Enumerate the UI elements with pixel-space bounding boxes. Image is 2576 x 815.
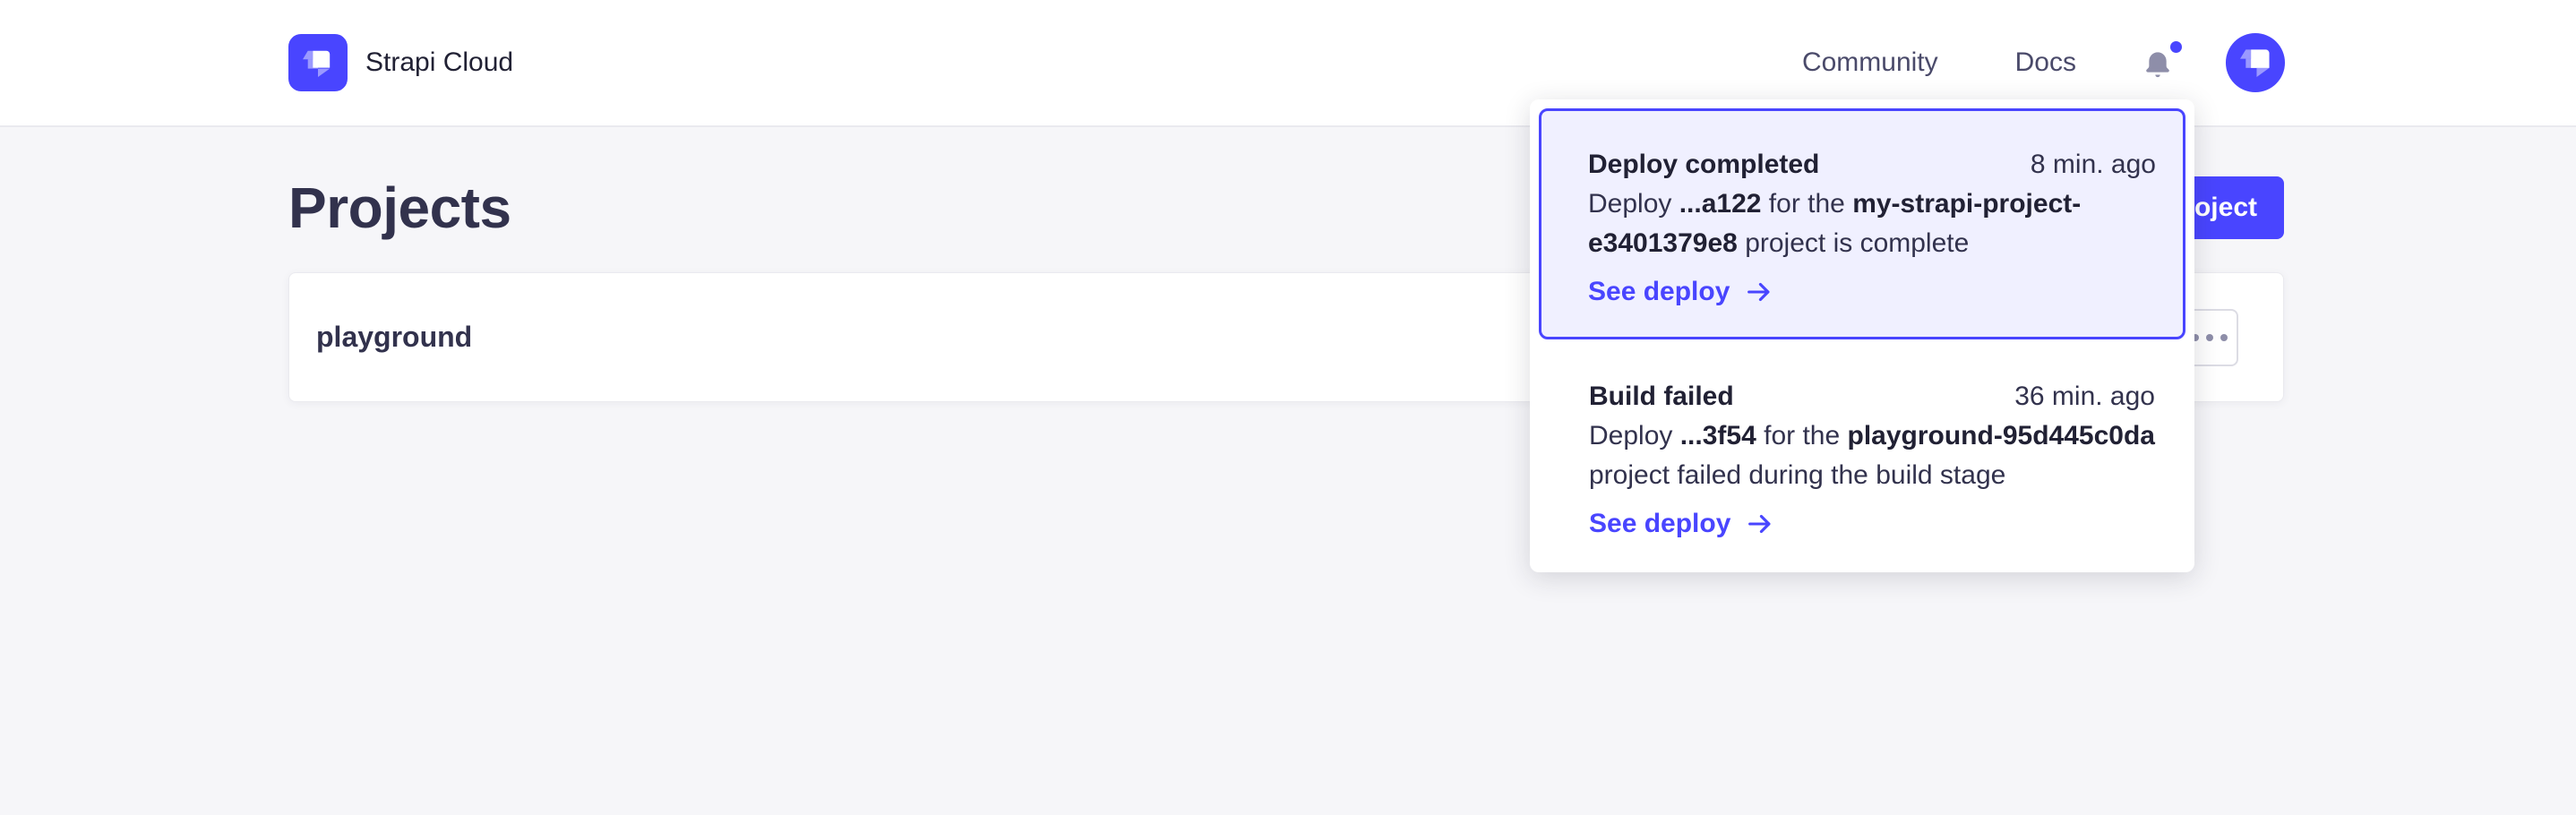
- notification-item-build-failed[interactable]: Build failed 36 min. ago Deploy ...3f54 …: [1530, 348, 2194, 569]
- see-deploy-link[interactable]: See deploy: [1588, 272, 2156, 312]
- page-title: Projects: [288, 175, 511, 241]
- see-deploy-link[interactable]: See deploy: [1589, 504, 2155, 544]
- notifications-bell-button[interactable]: [2141, 41, 2180, 84]
- arrow-right-icon: [1744, 277, 1774, 307]
- notification-body: Deploy ...3f54 for the playground-95d445…: [1589, 416, 2155, 495]
- nav-link-community[interactable]: Community: [1802, 47, 1938, 78]
- strapi-logo-icon: [288, 33, 348, 92]
- notification-head: Deploy completed 8 min. ago: [1588, 145, 2156, 184]
- arrow-right-icon: [1745, 509, 1775, 539]
- project-name: playground: [316, 321, 472, 354]
- notification-item-deploy-completed[interactable]: Deploy completed 8 min. ago Deploy ...a1…: [1539, 108, 2185, 339]
- notification-title: Deploy completed: [1588, 145, 1819, 184]
- brand-title: Strapi Cloud: [365, 47, 513, 78]
- bell-icon: [2141, 48, 2175, 82]
- notification-title: Build failed: [1589, 377, 1734, 416]
- notifications-popover: Deploy completed 8 min. ago Deploy ...a1…: [1530, 99, 2194, 572]
- notification-body: Deploy ...a122 for the my-strapi-project…: [1588, 184, 2156, 263]
- user-avatar[interactable]: [2225, 32, 2286, 93]
- nav-link-docs[interactable]: Docs: [2015, 47, 2076, 78]
- header-nav: Community Docs: [1802, 32, 2286, 93]
- unread-dot: [2170, 41, 2182, 53]
- notification-time: 8 min. ago: [2031, 145, 2156, 184]
- notification-time: 36 min. ago: [2014, 377, 2155, 416]
- notification-head: Build failed 36 min. ago: [1589, 377, 2155, 416]
- brand-home-link[interactable]: Strapi Cloud: [288, 33, 513, 92]
